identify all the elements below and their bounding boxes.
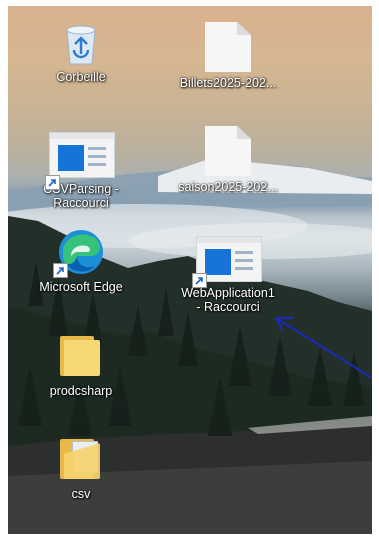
desktop: Corbeille Billets2025-202... CSVParsing … <box>8 6 372 534</box>
annotation-arrow <box>275 316 372 379</box>
